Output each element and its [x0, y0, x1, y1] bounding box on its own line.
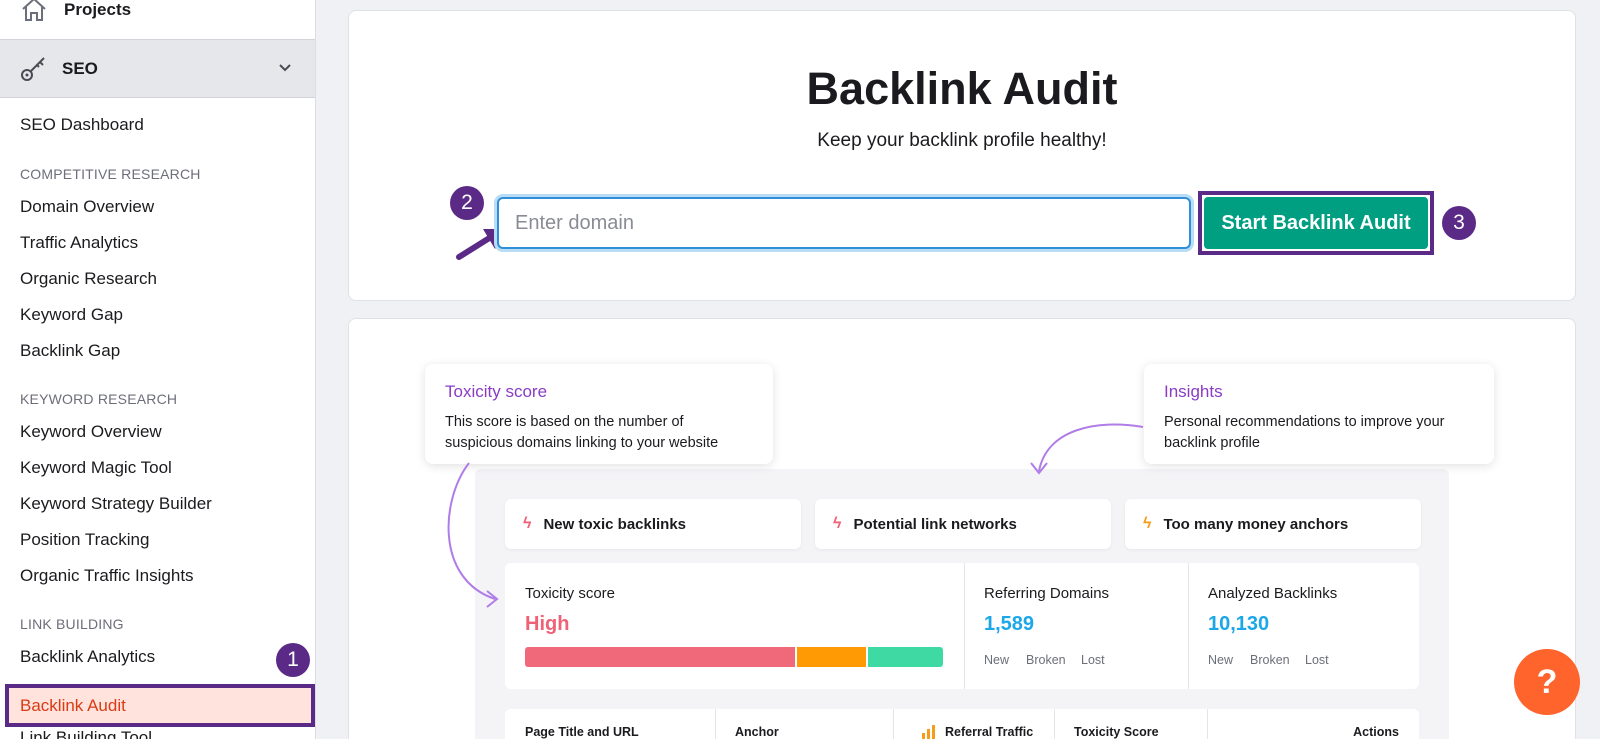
sidebar-item-keyword-overview[interactable]: Keyword Overview: [20, 422, 162, 442]
column-header: Page Title and URL: [525, 725, 639, 739]
sidebar-section-title: KEYWORD RESEARCH: [20, 391, 178, 407]
preview-panel: ϟ New toxic backlinks ϟ Potential link n…: [475, 469, 1449, 739]
issue-label: Too many money anchors: [1163, 515, 1349, 533]
referring-sub-lost: Lost: [1081, 653, 1105, 667]
bolt-icon: ϟ: [833, 515, 842, 532]
toxicity-bar-low: [867, 647, 943, 667]
sidebar-item-domain-overview[interactable]: Domain Overview: [20, 197, 154, 217]
sidebar-item-organic-research[interactable]: Organic Research: [20, 269, 157, 289]
tooltip-description: Personal recommendations to improve your…: [1164, 414, 1445, 451]
sidebar-item-backlink-analytics[interactable]: Backlink Analytics: [20, 647, 155, 667]
divider: [1188, 563, 1189, 689]
toxicity-bar-high: [525, 647, 797, 667]
divider: [893, 709, 894, 739]
referring-domains-label: Referring Domains: [984, 585, 1110, 602]
sidebar-item-keyword-strategy-builder[interactable]: Keyword Strategy Builder: [20, 494, 212, 514]
sidebar-item-label: Backlink Audit: [20, 696, 126, 715]
insights-tooltip: Insights Personal recommendations to imp…: [1144, 364, 1494, 464]
tooltip-description: This score is based on the number of sus…: [445, 414, 719, 451]
analyzed-backlinks-label: Analyzed Backlinks: [1208, 585, 1338, 602]
audit-start-card: Backlink Audit Keep your backlink profil…: [348, 10, 1576, 301]
referring-sub-new: New: [984, 653, 1010, 667]
sidebar-section-title: LINK BUILDING: [20, 616, 124, 632]
sidebar-item-link-building-tool[interactable]: Link Building Tool: [20, 728, 152, 739]
sidebar-item-backlink-gap[interactable]: Backlink Gap: [20, 341, 120, 361]
sidebar-item-organic-traffic-insights[interactable]: Organic Traffic Insights: [20, 566, 194, 586]
table-header: Page Title and URL Anchor Referral Traff…: [505, 709, 1419, 739]
sidebar-item-seo[interactable]: SEO: [0, 39, 315, 98]
referring-sub-broken: Broken: [1026, 653, 1066, 667]
step-badge-2: 2: [450, 186, 484, 220]
toxicity-value: High: [525, 613, 570, 635]
analyzed-backlinks-value: 10,130: [1208, 613, 1270, 635]
feature-preview-card: ϟ New toxic backlinks ϟ Potential link n…: [348, 318, 1576, 739]
toxicity-bar-medium: [796, 647, 868, 667]
metrics-panel: Toxicity score High Referring Domains 1,…: [505, 563, 1419, 689]
seo-key-icon: [21, 56, 45, 81]
issue-label: Potential link networks: [853, 515, 1017, 533]
help-button[interactable]: ?: [1514, 649, 1580, 715]
sidebar-section-title: COMPETITIVE RESEARCH: [20, 166, 201, 182]
divider: [1207, 709, 1208, 739]
divider: [1054, 709, 1055, 739]
column-header: Referral Traffic: [945, 725, 1034, 739]
referring-domains-value: 1,589: [984, 613, 1035, 635]
chevron-down-icon[interactable]: [277, 60, 293, 76]
divider: [964, 563, 965, 689]
start-button-highlight: Start Backlink Audit: [1198, 191, 1434, 255]
curved-arrow-icon: [1030, 423, 1144, 475]
home-icon: [22, 0, 46, 21]
toxicity-label: Toxicity score: [525, 585, 616, 602]
column-header: Toxicity Score: [1074, 725, 1159, 739]
page-subtitle: Keep your backlink profile healthy!: [817, 130, 1107, 151]
sidebar-item-traffic-analytics[interactable]: Traffic Analytics: [20, 233, 138, 253]
sidebar-item-backlink-audit[interactable]: Backlink Audit: [5, 684, 315, 727]
sidebar-item-position-tracking[interactable]: Position Tracking: [20, 530, 149, 550]
divider: [715, 709, 716, 739]
toxicity-bar: [525, 647, 943, 667]
bolt-icon: ϟ: [523, 515, 532, 532]
sidebar-item-keyword-magic-tool[interactable]: Keyword Magic Tool: [20, 458, 172, 478]
sidebar-item-projects[interactable]: Projects: [0, 0, 315, 38]
step-badge-1: 1: [276, 643, 310, 677]
backlinks-sub-broken: Broken: [1250, 653, 1290, 667]
sidebar-item-label: SEO: [62, 58, 98, 78]
page-title: Backlink Audit: [806, 63, 1118, 114]
step-badge-3: 3: [1442, 206, 1476, 240]
backlinks-sub-lost: Lost: [1305, 653, 1329, 667]
sidebar-item-seo-dashboard[interactable]: SEO Dashboard: [20, 115, 144, 135]
backlinks-sub-new: New: [1208, 653, 1234, 667]
column-header: Anchor: [735, 725, 779, 739]
traffic-bars-icon: [922, 725, 935, 739]
issue-chip: ϟ Potential link networks: [815, 499, 1111, 549]
column-header: Actions: [1353, 725, 1399, 739]
sidebar-item-keyword-gap[interactable]: Keyword Gap: [20, 305, 123, 325]
bolt-icon: ϟ: [1143, 515, 1152, 532]
tooltip-title: Insights: [1164, 382, 1223, 401]
issue-label: New toxic backlinks: [543, 515, 687, 533]
tooltip-title: Toxicity score: [445, 382, 548, 401]
toxicity-tooltip: Toxicity score This score is based on th…: [425, 364, 773, 464]
issue-chip: ϟ New toxic backlinks: [505, 499, 801, 549]
sidebar-item-label: Projects: [64, 0, 132, 19]
domain-input[interactable]: [497, 197, 1191, 249]
curved-arrow-icon: [447, 462, 499, 608]
start-backlink-audit-button[interactable]: Start Backlink Audit: [1204, 197, 1428, 249]
issue-chip: ϟ Too many money anchors: [1125, 499, 1421, 549]
sidebar: Projects SEO SEO Dashboard COMPETITIVE R…: [0, 0, 316, 739]
